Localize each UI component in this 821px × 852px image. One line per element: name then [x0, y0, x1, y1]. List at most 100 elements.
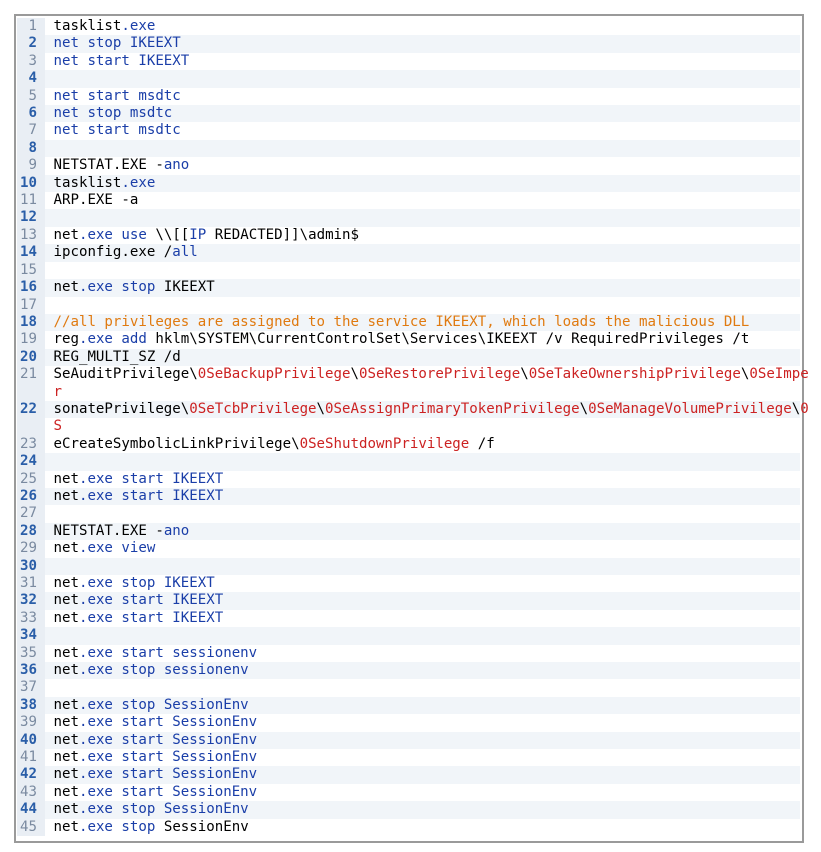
line-number: 2	[17, 35, 45, 53]
line-number: 13	[17, 226, 45, 245]
line-text: ARP.EXE -a	[45, 192, 139, 209]
code-lines: 1 tasklist.exe 2 net stop IKEEXT 3 net sta…	[17, 18, 809, 837]
line-number: 6	[17, 105, 45, 123]
line-number: 29	[17, 540, 45, 558]
code-token: S	[53, 418, 63, 435]
line-number: 19	[17, 331, 45, 349]
code-token: NETSTAT.EXE -	[53, 522, 164, 539]
code-token: net	[53, 731, 79, 748]
line-number: 12	[17, 209, 45, 227]
line-number: 28	[17, 522, 45, 541]
code-token: 0SeRestorePrivilege	[358, 366, 521, 383]
code-line: 6 net stop msdtc	[17, 105, 800, 123]
code-line: 14 ipconfig.exe /all	[17, 244, 800, 262]
line-number: 37	[17, 679, 45, 697]
code-token: sonatePrivilege\	[53, 400, 190, 417]
code-token: .exe stop	[78, 818, 164, 835]
code-line: 33 net.exe start IKEEXT	[17, 609, 800, 628]
code-token: net	[53, 575, 79, 591]
code-token: reg	[53, 331, 79, 348]
code-line: S	[17, 418, 800, 436]
line-number: 17	[17, 296, 45, 314]
line-text: net stop msdtc	[45, 105, 173, 122]
code-line: 26 net.exe start IKEEXT	[17, 487, 800, 506]
line-text: net stop IKEEXT	[45, 35, 181, 52]
code-token: net start msdtc	[53, 87, 181, 104]
code-token: net stop msdtc	[53, 105, 173, 122]
code-line: 31 net.exe stop IKEEXT	[17, 575, 800, 593]
line-number: 16	[17, 279, 45, 297]
code-token: .exe start SessionEnv	[78, 766, 258, 783]
code-token: .exe start SessionEnv	[78, 731, 258, 748]
line-number: 31	[17, 575, 45, 593]
code-token: hklm\SYSTEM\CurrentControlSet\Services\I…	[155, 331, 750, 348]
code-line: r	[17, 383, 800, 401]
code-token: REG_MULTI_SZ /d	[53, 348, 181, 365]
line-number: 30	[17, 557, 45, 575]
code-line: 37	[17, 679, 800, 697]
code-token: .exe use	[78, 226, 156, 243]
code-line: 35 net.exe start sessionenv	[17, 644, 800, 663]
code-token: NETSTAT.EXE -	[53, 157, 164, 174]
line-text: net.exe stop IKEEXT	[45, 279, 215, 296]
code-token: .exe	[121, 18, 156, 34]
code-token: net	[53, 592, 79, 609]
code-token: SessionEnv	[163, 818, 249, 835]
line-text: net.exe start SessionEnv	[45, 749, 258, 766]
line-text: NETSTAT.EXE -ano	[45, 157, 190, 174]
code-token: net	[53, 609, 79, 626]
line-text: REG_MULTI_SZ /d	[45, 349, 181, 366]
code-line: 7 net start msdtc	[17, 122, 800, 140]
line-text: net.exe start IKEEXT	[45, 609, 224, 627]
line-number: 34	[17, 627, 45, 645]
code-line: 10 tasklist.exe	[17, 174, 800, 193]
line-number: 38	[17, 696, 45, 715]
line-text: eCreateSymbolicLinkPrivilege\0SeShutdown…	[45, 436, 495, 453]
line-number: 15	[17, 261, 45, 280]
line-text: NETSTAT.EXE -ano	[45, 522, 190, 540]
code-token: net	[53, 644, 79, 661]
line-text: net.exe view	[45, 540, 156, 557]
code-line: 11 ARP.EXE -a	[17, 192, 800, 210]
code-line: 9 NETSTAT.EXE -ano	[17, 157, 800, 175]
code-token: net	[53, 696, 79, 713]
line-text	[45, 140, 54, 157]
code-token: .exe stop SessionEnv	[78, 801, 249, 818]
code-token: 0SeAssignPrimaryTokenPrivilege	[325, 400, 580, 417]
code-token: .exe start SessionEnv	[78, 714, 258, 731]
line-number: 33	[17, 609, 45, 628]
code-line: 41 net.exe start SessionEnv	[17, 749, 800, 767]
code-line: 39 net.exe start SessionEnv	[17, 714, 800, 732]
line-text: r	[45, 384, 63, 401]
code-line: 32 net.exe start IKEEXT	[17, 592, 800, 610]
line-text: net.exe start SessionEnv	[45, 783, 258, 801]
line-text: SeAuditPrivilege\0SeBackupPrivilege\0SeR…	[45, 366, 809, 383]
line-number: 8	[17, 139, 45, 158]
code-token: .exe start SessionEnv	[78, 783, 258, 800]
code-token: 0SeShutdownPrivilege	[299, 435, 470, 452]
line-text: net.exe stop sessionenv	[45, 662, 249, 679]
line-text	[45, 297, 54, 314]
code-token: net	[53, 818, 79, 835]
code-token: net	[53, 226, 79, 243]
code-token: net	[53, 540, 79, 557]
line-number: 41	[17, 749, 45, 767]
code-token: net	[53, 801, 79, 818]
line-number: 24	[17, 453, 45, 471]
line-number: 26	[17, 487, 45, 506]
code-token: REDACTED]]\admin$	[206, 226, 360, 243]
code-line: 25 net.exe start IKEEXT	[17, 470, 800, 488]
code-token: .exe stop	[78, 279, 164, 296]
code-line: 13 net.exe use \\[[IP REDACTED]]\admin$	[17, 226, 800, 245]
code-line: 19 reg.exe add hklm\SYSTEM\CurrentContro…	[17, 331, 800, 349]
code-token: \	[791, 400, 801, 417]
line-text: tasklist.exe	[45, 18, 156, 35]
code-token: net	[53, 783, 79, 800]
code-token: \	[520, 366, 529, 383]
code-line: 23 eCreateSymbolicLinkPrivilege\0SeShutd…	[17, 435, 800, 454]
code-token: ARP.EXE -a	[53, 192, 139, 209]
code-line: 44 net.exe stop SessionEnv	[17, 801, 800, 819]
line-text: net.exe stop IKEEXT	[45, 575, 215, 592]
line-number: 5	[17, 87, 45, 106]
code-token: //all privileges are assigned to the ser…	[53, 313, 750, 330]
